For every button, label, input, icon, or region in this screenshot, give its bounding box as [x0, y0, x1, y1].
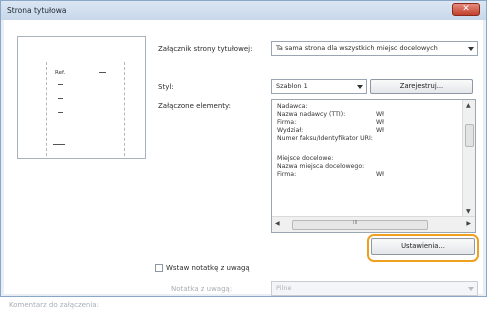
register-button[interactable]: Zarejestruj...: [370, 79, 473, 94]
preview-line: [58, 112, 63, 113]
scroll-down-icon[interactable]: ▼: [466, 208, 471, 215]
close-icon: ✕: [462, 4, 470, 14]
preview-line: [58, 84, 63, 85]
attachment-label: Załącznik strony tytułowej:: [158, 45, 253, 53]
dialog-body: Ref. Załącznik strony tytułowej: Ta sama…: [4, 20, 483, 309]
vertical-scrollbar[interactable]: ▲ ▼: [462, 100, 475, 217]
preview-line: [99, 72, 106, 73]
list-item-name: Nadawca:: [277, 103, 308, 110]
scroll-grip: III: [353, 220, 358, 226]
list-item-value: Wł: [376, 127, 384, 134]
note-type-value: Pilne: [276, 284, 292, 292]
scroll-left-icon[interactable]: ◀: [275, 220, 280, 227]
list-item-name: Nazwa miejsca docelowego:: [277, 163, 365, 170]
settings-button[interactable]: Ustawienia...: [371, 238, 475, 255]
list-item-name: Firma:: [277, 119, 297, 126]
included-items-label: Załączone elementy:: [158, 102, 231, 110]
list-item-name: Firma:: [277, 171, 297, 178]
window-title: Strona tytułowa: [7, 6, 67, 15]
cover-page-preview: Ref.: [17, 36, 146, 159]
style-select[interactable]: Szablon 1: [271, 79, 367, 94]
style-label: Styl:: [158, 83, 174, 91]
note-type-select[interactable]: Pilne: [271, 281, 478, 296]
included-items-list[interactable]: Nadawca: Nazwa nadawcy (TTI): Wł Firma: …: [271, 99, 476, 233]
list-item-name: Numer faksu/Identyfikator URI:: [277, 135, 373, 142]
insert-note-checkbox[interactable]: [155, 264, 163, 272]
insert-note-label: Wstaw notatkę z uwagą: [166, 264, 250, 272]
dialog-window: Strona tytułowa ✕ Ref. Załącznik strony …: [0, 0, 487, 309]
close-button[interactable]: ✕: [452, 3, 480, 16]
list-item-value: Wł: [376, 111, 384, 118]
scroll-right-icon[interactable]: ▶: [466, 220, 471, 227]
list-item-value: Wł: [376, 171, 384, 178]
list-item-name: Wydział:: [277, 127, 304, 134]
list-item-name: Nazwa nadawcy (TTI):: [277, 111, 346, 118]
horizontal-scroll-thumb[interactable]: III: [292, 220, 428, 230]
style-select-value: Szablon 1: [276, 82, 308, 90]
list-item-value: Wł: [376, 119, 384, 126]
vertical-scroll-thumb[interactable]: [465, 124, 474, 147]
note-type-label: Notatka z uwagą:: [171, 285, 233, 293]
preview-line: [58, 98, 63, 99]
chevron-down-icon: [468, 287, 474, 291]
preview-page: Ref.: [46, 62, 125, 156]
title-bar: Strona tytułowa ✕: [1, 1, 486, 20]
preview-line: [53, 144, 65, 145]
comment-label: Komentarz do załączenia:: [9, 301, 99, 309]
attachment-select-value: Ta sama strona dla wszystkich miejsc doc…: [276, 44, 438, 52]
horizontal-scrollbar[interactable]: ◀ III ▶: [272, 216, 475, 232]
chevron-down-icon: [468, 47, 474, 51]
scroll-up-icon[interactable]: ▲: [466, 102, 471, 109]
preview-ref-label: Ref.: [55, 70, 66, 76]
chevron-down-icon: [357, 85, 363, 89]
attachment-select[interactable]: Ta sama strona dla wszystkich miejsc doc…: [271, 41, 478, 56]
list-item-name: Miejsce docelowe:: [277, 155, 334, 162]
